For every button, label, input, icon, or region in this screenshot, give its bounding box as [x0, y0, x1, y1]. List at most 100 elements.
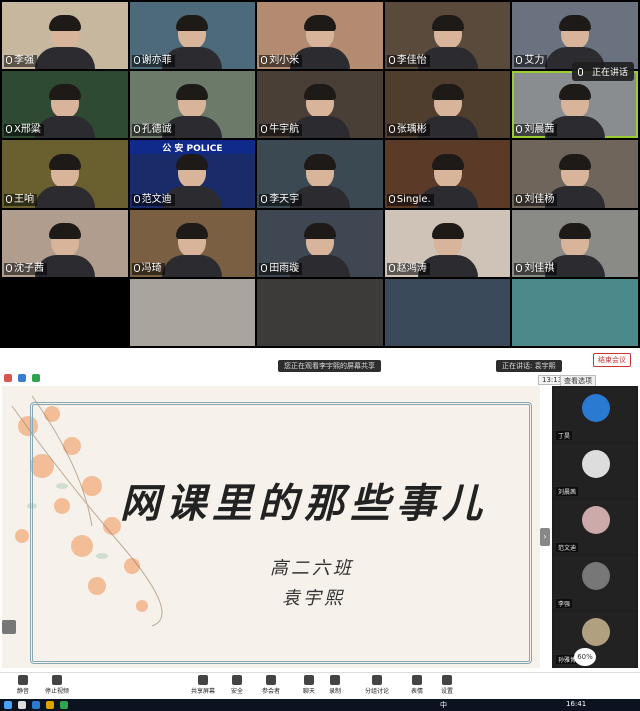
participant-name-text: 孔德诚 — [141, 124, 172, 136]
video-tile[interactable]: 赵鸿涛 — [384, 209, 511, 277]
toolbar-button[interactable]: 安全 — [220, 675, 254, 695]
end-meeting-button[interactable]: 结束会议 — [593, 353, 631, 367]
participant-name: 赵鸿涛 — [386, 262, 430, 275]
volume-badge: 60% — [574, 648, 596, 666]
participant-name-text: 谢亦菲 — [141, 55, 172, 67]
participant-name-text: 刘小米 — [269, 55, 300, 67]
police-banner: 公 安 POLICE — [129, 140, 256, 155]
video-tile[interactable]: 刘佳祺 — [512, 209, 638, 277]
toolbar-button[interactable]: 设置 — [430, 675, 464, 695]
video-tile[interactable]: X邢粱 — [2, 71, 128, 139]
participant-name-text: 李强 — [14, 55, 34, 67]
mic-muted-icon — [516, 194, 523, 203]
mic-muted-icon — [388, 263, 395, 272]
participant-strip: 丁昊 刘晨茜 范文迪 李强 孙雅博 — [552, 386, 638, 668]
slide-title: 网课里的那些事儿 — [120, 480, 488, 527]
toolbar-button[interactable]: 表情 — [400, 675, 434, 695]
video-tile[interactable]: 牛宇航 — [257, 71, 383, 139]
mic-muted-icon — [133, 194, 140, 203]
video-tile[interactable]: 艾力 — [512, 2, 638, 70]
os-taskbar: 中 16:41 — [0, 699, 640, 711]
search-icon[interactable] — [18, 701, 26, 709]
participant-name-text: 王响 — [14, 193, 34, 205]
mic-muted-icon — [6, 263, 12, 272]
toolbar-icon — [304, 675, 314, 685]
info-icon[interactable] — [4, 374, 12, 382]
video-tile[interactable]: 孔德诚 — [129, 71, 256, 139]
video-tile[interactable] — [512, 278, 638, 346]
strip-participant-name: 刘晨茜 — [556, 487, 579, 496]
video-tile[interactable]: 李天宇 — [257, 140, 383, 208]
video-tile[interactable]: 公 安 POLICE 范文迪 — [129, 140, 256, 208]
gallery-view: 李强 谢亦菲 刘小米 李佳怡 艾力 X邢粱 孔德诚 牛宇航 张瑀彬 刘晨茜王响 公 安 POLICE… — [0, 0, 640, 348]
mic-muted-icon — [388, 194, 395, 203]
participant-name-text: 刘佳杨 — [524, 193, 555, 205]
mic-muted-icon — [133, 263, 140, 272]
mic-muted-icon — [516, 263, 523, 272]
video-tile[interactable]: 谢亦菲 — [129, 2, 256, 70]
video-tile[interactable]: 冯琦 — [129, 209, 256, 277]
participant-name-text: X邢粱 — [14, 124, 41, 136]
meeting-toolbar: 静音 停止视频 共享屏幕 安全 参会者 聊天 录制 分组讨论 表情 设置 — [0, 672, 640, 698]
start-icon[interactable] — [4, 701, 12, 709]
toolbar-button[interactable]: 参会者 — [254, 675, 288, 695]
signal-icon[interactable] — [32, 374, 40, 382]
toolbar-button[interactable]: 分组讨论 — [360, 675, 394, 695]
participant-name: X邢粱 — [4, 124, 44, 137]
video-tile[interactable] — [129, 278, 256, 346]
toolbar-icon — [412, 675, 422, 685]
video-tile[interactable]: 沈子茜 — [2, 209, 128, 277]
participant-name: 李佳怡 — [386, 55, 430, 68]
video-tile[interactable] — [257, 278, 383, 346]
shield-icon[interactable] — [18, 374, 26, 382]
video-tile[interactable]: 刘佳杨 — [512, 140, 638, 208]
video-tile[interactable] — [384, 278, 511, 346]
participant-name: 李强 — [4, 55, 37, 68]
mic-muted-icon — [6, 125, 12, 134]
app-icon[interactable] — [32, 701, 40, 709]
video-tile[interactable]: 李佳怡 — [384, 2, 511, 70]
toolbar-button[interactable]: 静音 — [6, 675, 40, 695]
video-tile[interactable]: Single. — [384, 140, 511, 208]
toolbar-label: 静音 — [16, 688, 29, 695]
collapse-strip-button[interactable]: › — [540, 528, 550, 546]
toolbar-button[interactable]: 共享屏幕 — [186, 675, 220, 695]
shared-slide: 网课里的那些事儿 高二六班 袁宇熙 — [2, 386, 540, 668]
strip-participant[interactable]: 范文迪 — [554, 500, 636, 554]
toolbar-icon — [442, 675, 452, 685]
participant-video — [34, 153, 95, 208]
strip-participant[interactable]: 李强 — [554, 556, 636, 610]
toolbar-icon — [232, 675, 242, 685]
mic-icon — [578, 68, 584, 76]
video-tile[interactable]: 王响 — [2, 140, 128, 208]
slide-author: 袁宇熙 — [282, 588, 345, 609]
chrome-icon[interactable] — [60, 701, 68, 709]
video-tile[interactable]: 田雨璇 — [257, 209, 383, 277]
participant-name-text: 牛宇航 — [269, 124, 300, 136]
menu-icon[interactable] — [2, 620, 16, 634]
folder-icon[interactable] — [46, 701, 54, 709]
mic-muted-icon — [6, 56, 12, 65]
video-tile[interactable]: 刘小米 — [257, 2, 383, 70]
speaking-indicator: 正在讲话 — [572, 62, 634, 81]
strip-participant-name: 范文迪 — [556, 543, 579, 552]
input-language[interactable]: 中 — [440, 700, 447, 710]
toolbar-button[interactable]: 录制 — [318, 675, 352, 695]
video-tile[interactable]: 张瑀彬 — [384, 71, 511, 139]
toolbar-label: 分组讨论 — [364, 688, 389, 695]
strip-participant-name: 李强 — [556, 599, 573, 608]
participant-name: 冯琦 — [131, 262, 165, 275]
participant-name-text: 李天宇 — [269, 193, 300, 205]
strip-participant[interactable]: 丁昊 — [554, 388, 636, 442]
toolbar-label: 参会者 — [261, 688, 280, 695]
participant-name: 张瑀彬 — [386, 124, 430, 137]
participant-name-text: Single. — [396, 193, 431, 205]
video-tile[interactable]: 李强 — [2, 2, 128, 70]
video-tile[interactable] — [2, 278, 128, 346]
participant-name: 沈子茜 — [4, 262, 47, 275]
toolbar-button[interactable]: 停止视频 — [40, 675, 74, 695]
toolbar-label: 录制 — [328, 688, 341, 695]
strip-participant[interactable]: 刘晨茜 — [554, 444, 636, 498]
video-tile[interactable]: 刘晨茜 — [512, 71, 638, 139]
toolbar-label: 停止视频 — [44, 688, 69, 695]
